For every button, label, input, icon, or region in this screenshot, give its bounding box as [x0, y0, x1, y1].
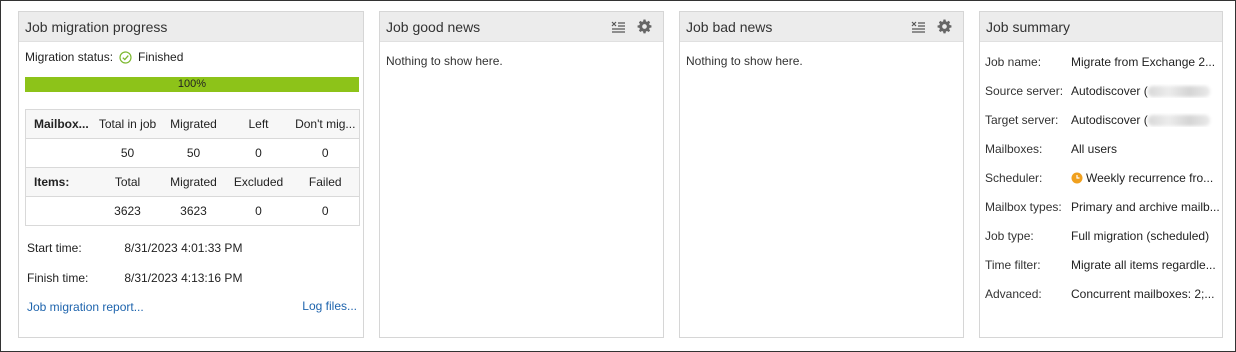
- redacted-server-name: [1147, 115, 1210, 127]
- migration-progress-header: Job migration progress: [19, 12, 363, 42]
- job-migration-report-link[interactable]: Job migration report...: [27, 300, 144, 314]
- table-header-cell: Failed: [291, 167, 360, 197]
- good-news-panel: Job good news Nothing to show here.: [379, 11, 664, 338]
- items-header-row: Items: Total Migrated Excluded Failed: [25, 167, 360, 197]
- progress-text: 100%: [177, 78, 207, 90]
- table-cell: 50: [93, 138, 162, 168]
- table-cell: [25, 196, 94, 226]
- panel-title: Job bad news: [686, 18, 773, 35]
- clock-icon: [1071, 172, 1083, 187]
- summary-value: Migrate from Exchange 2...: [1071, 55, 1216, 69]
- check-circle-icon: [119, 50, 132, 64]
- start-time-label: Start time:: [27, 241, 82, 255]
- table-header-cell: Mailbox...: [25, 109, 94, 139]
- redacted-server-name: [1147, 86, 1210, 98]
- finish-time-label: Finish time:: [27, 271, 89, 285]
- table-header-cell: Items:: [25, 167, 94, 197]
- table-header-cell: Migrated: [161, 109, 226, 139]
- summary-label: Job name:: [985, 55, 1042, 69]
- table-cell: 0: [225, 196, 292, 226]
- empty-message: Nothing to show here.: [686, 54, 803, 68]
- table-header-cell: Migrated: [161, 167, 226, 197]
- mailbox-header-row: Mailbox... Total in job Migrated Left Do…: [25, 109, 360, 139]
- migration-status: Migration status: Finished: [25, 50, 183, 64]
- items-values-row: 3623 3623 0 0: [25, 196, 360, 226]
- table-cell: 3623: [161, 196, 226, 226]
- table-cell: 50: [161, 138, 226, 168]
- summary-label: Job type:: [985, 229, 1034, 243]
- summary-value: Concurrent mailboxes: 2;...: [1071, 287, 1215, 301]
- empty-message: Nothing to show here.: [386, 54, 503, 68]
- summary-value: All users: [1071, 142, 1118, 156]
- bad-news-panel: Job bad news Nothing to show here.: [679, 11, 964, 338]
- table-cell: 0: [225, 138, 292, 168]
- table-cell: [25, 138, 94, 168]
- table-cell: 0: [291, 196, 360, 226]
- good-news-header: Job good news: [380, 12, 663, 42]
- mailbox-values-row: 50 50 0 0: [25, 138, 360, 168]
- start-time-row: Start time: 8/31/2023 4:01:33 PM: [27, 241, 242, 255]
- summary-value: Autodiscover (: [1071, 84, 1148, 98]
- summary-value-container: Weekly recurrence fro...: [1071, 171, 1221, 187]
- summary-value: Weekly recurrence fro...: [1086, 171, 1214, 185]
- progress-bar: 100%: [25, 77, 359, 92]
- summary-label: Source server:: [985, 84, 1064, 98]
- table-header-cell: Left: [225, 109, 292, 139]
- clear-list-icon[interactable]: [905, 16, 931, 38]
- summary-value: Full migration (scheduled): [1071, 229, 1210, 243]
- summary-value-container: Autodiscover (: [1071, 113, 1221, 127]
- gear-icon[interactable]: [931, 16, 957, 38]
- table-header-cell: Total: [93, 167, 162, 197]
- summary-label: Target server:: [985, 113, 1059, 127]
- status-value: Finished: [138, 50, 184, 64]
- clear-list-icon[interactable]: [605, 16, 631, 38]
- table-header-cell: Excluded: [225, 167, 292, 197]
- summary-value: Migrate all items regardle...: [1071, 258, 1216, 272]
- summary-label: Advanced:: [985, 287, 1042, 301]
- table-cell: 0: [291, 138, 360, 168]
- summary-label: Time filter:: [985, 258, 1041, 272]
- summary-value: Primary and archive mailb...: [1071, 200, 1220, 214]
- table-cell: 3623: [93, 196, 162, 226]
- migration-progress-panel: Job migration progress Migration status:…: [18, 11, 364, 338]
- log-files-link[interactable]: Log files...: [302, 299, 357, 313]
- gear-icon[interactable]: [631, 16, 657, 38]
- start-time-value: 8/31/2023 4:01:33 PM: [124, 241, 243, 255]
- summary-label: Mailboxes:: [985, 142, 1043, 156]
- summary-label: Scheduler:: [985, 171, 1043, 185]
- finish-time-row: Finish time: 8/31/2023 4:13:16 PM: [27, 271, 242, 285]
- panel-title: Job migration progress: [25, 18, 168, 35]
- panel-title: Job summary: [986, 18, 1071, 35]
- table-header-cell: Total in job: [93, 109, 162, 139]
- panel-title: Job good news: [386, 18, 481, 35]
- summary-label: Mailbox types:: [985, 200, 1062, 214]
- table-header-cell: Don't mig...: [291, 109, 360, 139]
- summary-value: Autodiscover (: [1071, 113, 1148, 127]
- migration-stats-table: Mailbox... Total in job Migrated Left Do…: [25, 109, 360, 226]
- job-summary-panel: Job summary Job name: Migrate from Excha…: [979, 11, 1223, 338]
- job-summary-header: Job summary: [980, 12, 1222, 42]
- finish-time-value: 8/31/2023 4:13:16 PM: [124, 271, 243, 285]
- status-label: Migration status:: [25, 50, 114, 64]
- bad-news-header: Job bad news: [680, 12, 963, 42]
- summary-value-container: Autodiscover (: [1071, 84, 1221, 98]
